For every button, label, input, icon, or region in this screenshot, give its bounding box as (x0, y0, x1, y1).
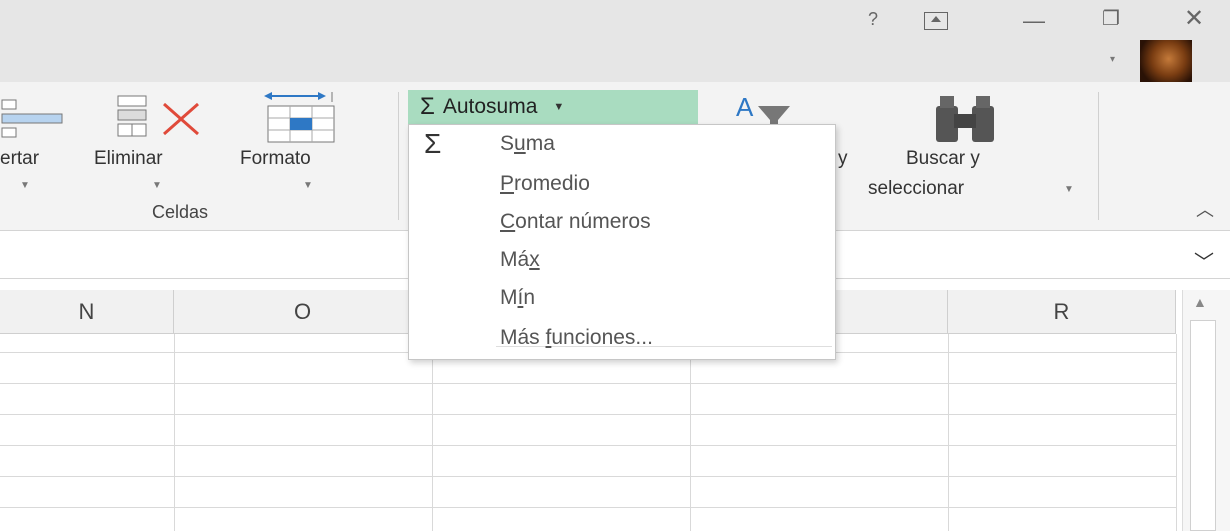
delete-dropdown-icon[interactable]: ▼ (152, 180, 162, 191)
menu-item-text: M (500, 286, 518, 309)
grid-column-line (432, 334, 433, 531)
account-dropdown-icon[interactable]: ▾ (1110, 54, 1115, 65)
find-select-label-1[interactable]: Buscar y (906, 148, 980, 170)
delete-cells-icon (117, 95, 199, 137)
format-button-label[interactable]: Formato (240, 148, 311, 170)
ribbon-display-options-icon[interactable] (924, 12, 948, 30)
autosum-dropdown-icon[interactable]: ▼ (553, 101, 564, 113)
menu-item-text: ma (525, 132, 555, 155)
grid-row-line (0, 383, 1176, 384)
menu-item-more-functions[interactable]: Más funciones... (500, 326, 653, 350)
scrollbar-thumb[interactable] (1190, 320, 1216, 531)
grid-row-line (0, 476, 1176, 477)
expand-formula-bar-icon[interactable]: ﹀ (1194, 246, 1214, 275)
menu-item-text: ontar números (515, 210, 651, 233)
menu-item-mnemonic: C (500, 210, 516, 233)
scroll-up-icon[interactable]: ▲ (1193, 294, 1207, 310)
menu-item-text: Más (500, 326, 546, 349)
grid-column-line (690, 334, 691, 531)
grid-column-line (1176, 334, 1177, 531)
sum-sigma-icon: Σ (424, 128, 442, 159)
collapse-ribbon-icon[interactable]: ︿ (1196, 196, 1214, 222)
group-separator (398, 92, 399, 220)
column-header[interactable]: R (948, 290, 1176, 334)
autosum-dropdown-menu (408, 124, 836, 360)
minimize-icon[interactable]: — (1014, 6, 1054, 36)
column-header-label: N (78, 299, 95, 324)
sigma-icon: Σ (420, 93, 435, 120)
grid-row-line (0, 445, 1176, 446)
restore-icon[interactable]: ❐ (1096, 4, 1126, 34)
menu-item-mnemonic: u (514, 132, 526, 155)
grid-row-line (0, 414, 1176, 415)
insert-cells-icon (1, 99, 63, 138)
grid-row-line (0, 507, 1176, 508)
svg-text:A: A (736, 92, 754, 122)
menu-item-text: Má (500, 248, 530, 271)
autosum-label: Autosuma (442, 95, 538, 118)
insert-dropdown-icon[interactable]: ▼ (20, 180, 30, 191)
menu-item-min[interactable]: Mín (500, 286, 535, 310)
delete-button-label[interactable]: Eliminar (94, 148, 163, 170)
insert-button-label[interactable]: ertar (0, 148, 39, 170)
column-header-label: O (293, 299, 312, 324)
menu-item-text: unciones... (551, 326, 653, 349)
format-cells-icon (264, 92, 335, 143)
autosum-button[interactable]: Σ Autosuma ▼ (408, 90, 698, 124)
menu-item-mnemonic: P (500, 172, 515, 195)
user-avatar[interactable] (1140, 40, 1192, 82)
menu-item-text: romedio (514, 172, 590, 195)
arrow-up-icon (931, 16, 941, 22)
column-header[interactable]: O (174, 290, 432, 334)
sort-filter-label[interactable]: y (838, 148, 848, 170)
grid-column-line (948, 334, 949, 531)
find-select-label-2[interactable]: seleccionar (868, 178, 964, 200)
help-icon[interactable]: ? (858, 4, 888, 34)
binoculars-icon (936, 96, 994, 142)
menu-item-text: n (523, 286, 536, 309)
menu-item-sum[interactable]: Suma (500, 132, 555, 156)
menu-item-mnemonic: x (529, 248, 540, 271)
menu-item-count-numbers[interactable]: Contar números (500, 210, 651, 234)
column-header-label: R (1053, 299, 1070, 324)
menu-item-text: S (500, 132, 515, 155)
menu-item-max[interactable]: Máx (500, 248, 540, 272)
cells-group-label: Celdas (152, 202, 209, 222)
format-dropdown-icon[interactable]: ▼ (303, 180, 313, 191)
close-icon[interactable]: ✕ (1176, 4, 1212, 34)
group-separator (1098, 92, 1099, 220)
grid-column-line (174, 334, 175, 531)
find-dropdown-icon[interactable]: ▼ (1064, 184, 1074, 195)
column-header[interactable]: N (0, 290, 174, 334)
menu-item-average[interactable]: Promedio (500, 172, 590, 196)
